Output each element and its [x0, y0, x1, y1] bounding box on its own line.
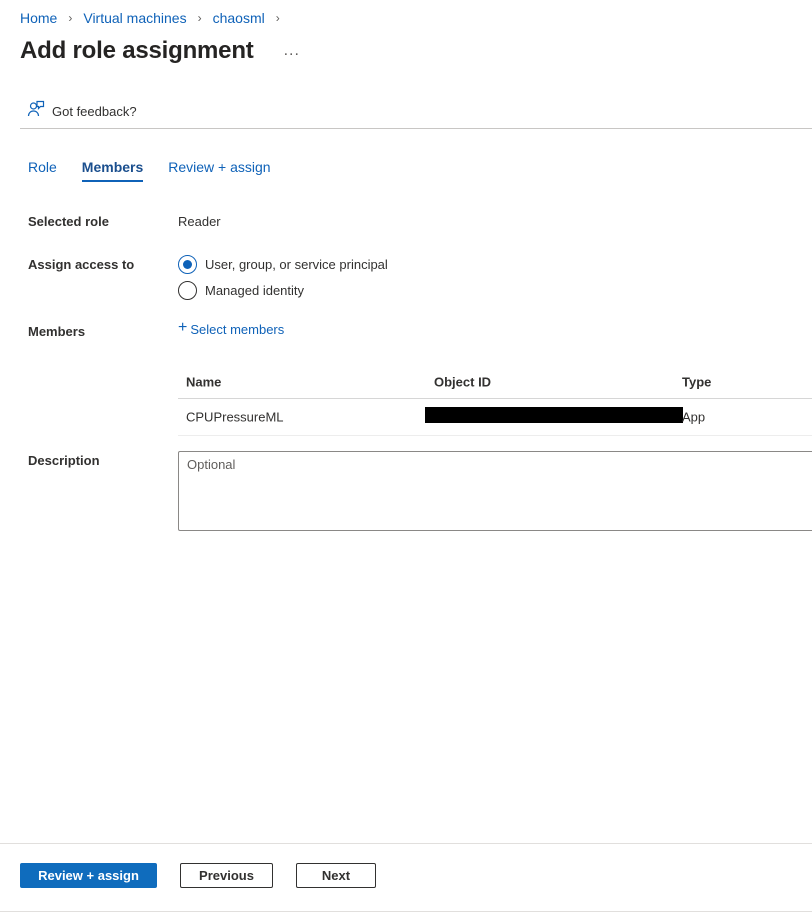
- add-role-assignment-page: Home › Virtual machines › chaosml › Add …: [0, 0, 812, 916]
- column-header-object-id: Object ID: [434, 374, 492, 390]
- next-button[interactable]: Next: [296, 863, 376, 888]
- chevron-right-icon: ›: [197, 11, 202, 25]
- chevron-right-icon: ›: [275, 11, 280, 25]
- more-options-button[interactable]: ...: [280, 42, 304, 60]
- column-header-name: Name: [186, 374, 222, 390]
- tab-review-assign[interactable]: Review + assign: [168, 159, 270, 182]
- radio-user-group-sp[interactable]: User, group, or service principal: [178, 255, 388, 274]
- breadcrumb-virtual-machines[interactable]: Virtual machines: [83, 10, 186, 26]
- tab-list: Role Members Review + assign: [28, 159, 296, 182]
- description-label: Description: [28, 453, 100, 468]
- feedback-person-icon: [27, 100, 45, 123]
- header-divider: [20, 128, 812, 129]
- table-row: CPUPressureML App: [178, 399, 812, 436]
- footer-bottom-divider: [0, 911, 812, 912]
- members-table: Name Object ID Type CPUPressureML App: [178, 366, 812, 436]
- member-type: App: [682, 409, 706, 425]
- selected-role-value: Reader: [178, 214, 221, 229]
- title-row: Add role assignment ...: [20, 37, 304, 65]
- redacted-object-id: [425, 407, 683, 423]
- description-textarea[interactable]: [178, 451, 812, 531]
- radio-button-checked[interactable]: [178, 255, 197, 274]
- chevron-right-icon: ›: [68, 11, 73, 25]
- radio-button-unchecked[interactable]: [178, 281, 197, 300]
- members-label: Members: [28, 324, 86, 339]
- breadcrumb-home[interactable]: Home: [20, 10, 57, 26]
- tab-role[interactable]: Role: [28, 159, 57, 182]
- radio-managed-identity[interactable]: Managed identity: [178, 281, 304, 300]
- review-assign-button[interactable]: Review + assign: [20, 863, 157, 888]
- breadcrumb: Home › Virtual machines › chaosml ›: [20, 10, 291, 26]
- assign-access-label: Assign access to: [28, 257, 135, 272]
- select-members-link[interactable]: + Select members: [178, 319, 285, 337]
- footer-divider: [0, 843, 812, 844]
- tab-members[interactable]: Members: [81, 159, 144, 182]
- select-members-label: Select members: [190, 321, 285, 337]
- member-name: CPUPressureML: [186, 409, 284, 425]
- breadcrumb-chaosml[interactable]: chaosml: [213, 10, 265, 26]
- radio-user-group-sp-label: User, group, or service principal: [205, 257, 388, 272]
- selected-role-label: Selected role: [28, 214, 109, 229]
- radio-managed-identity-label: Managed identity: [205, 283, 305, 298]
- feedback-label: Got feedback?: [52, 104, 137, 119]
- feedback-button[interactable]: Got feedback?: [27, 100, 137, 123]
- previous-button[interactable]: Previous: [180, 863, 273, 888]
- plus-icon: +: [178, 319, 188, 336]
- page-title: Add role assignment: [20, 37, 254, 64]
- column-header-type: Type: [682, 374, 712, 390]
- members-table-header: Name Object ID Type: [178, 366, 812, 399]
